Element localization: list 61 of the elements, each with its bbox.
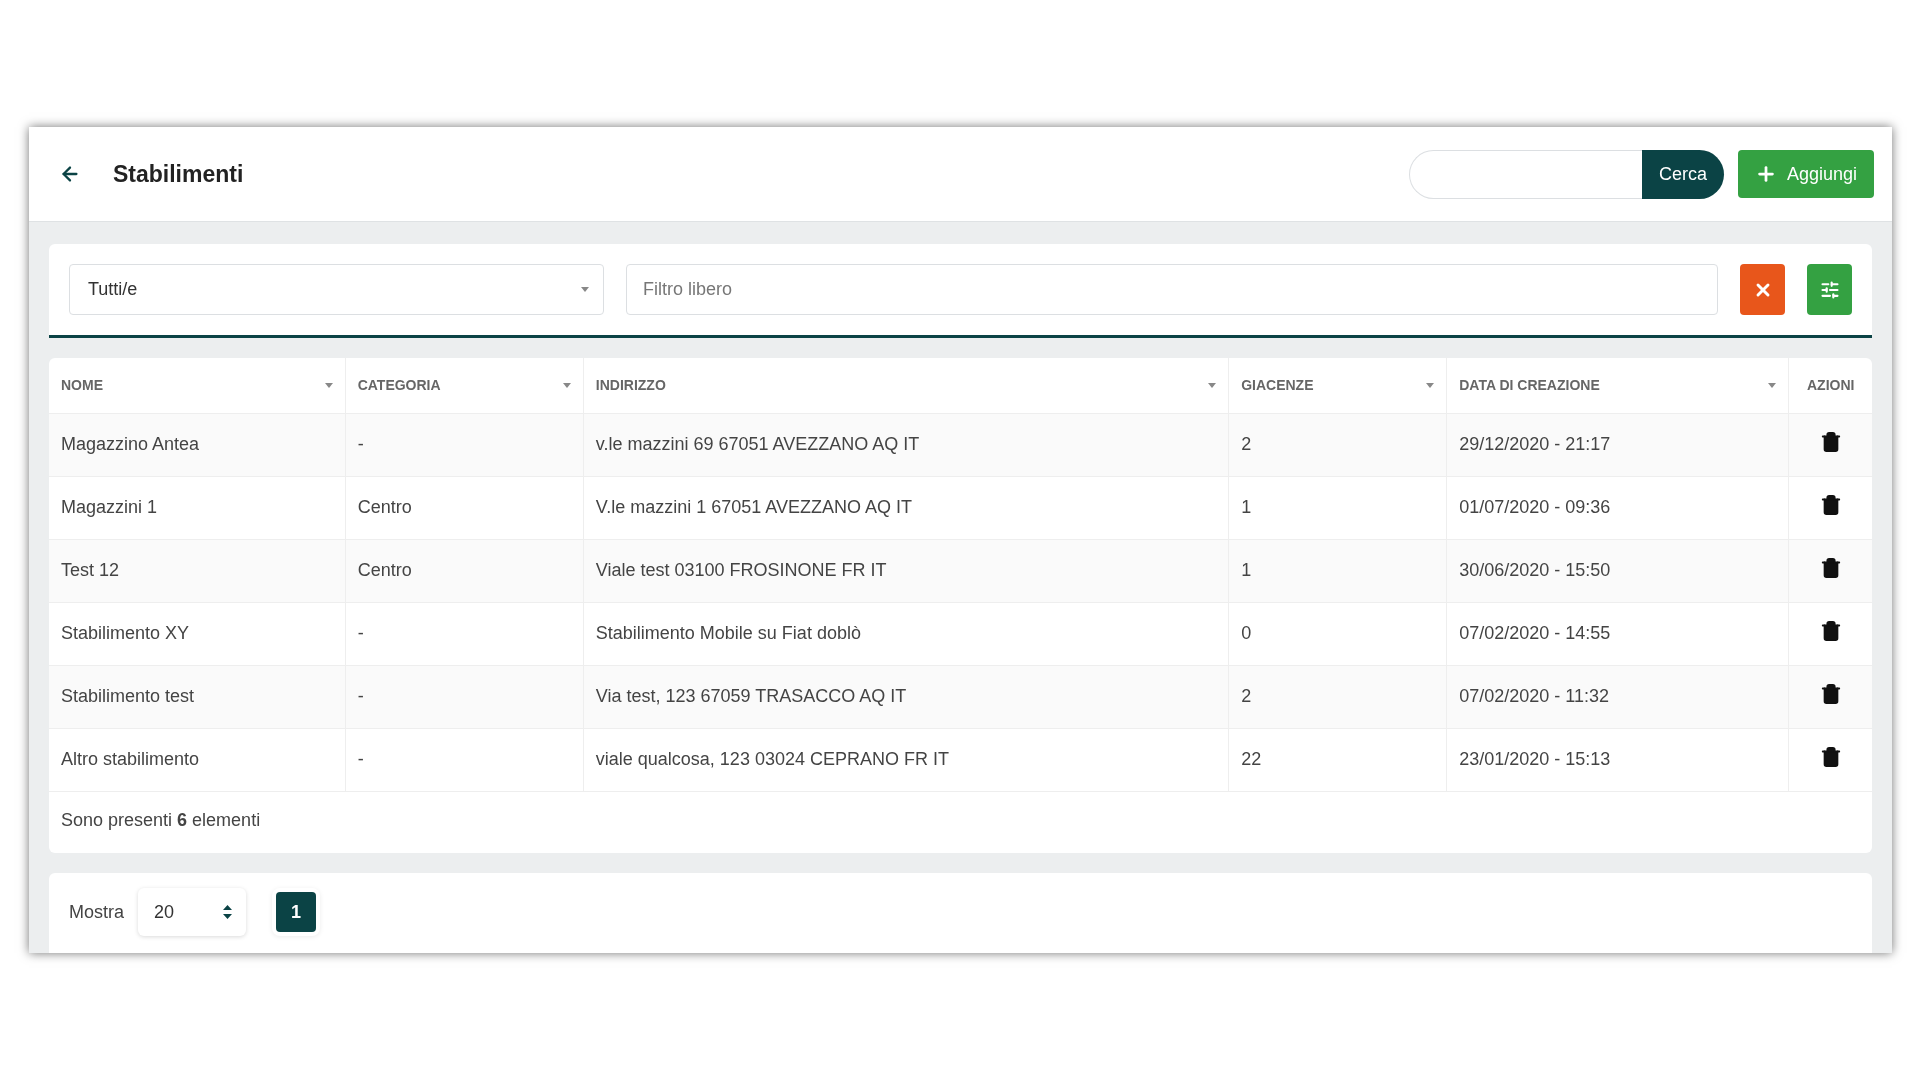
sort-caret-icon[interactable] [324, 382, 333, 388]
column-header[interactable]: DATA DI CREAZIONE [1459, 377, 1600, 394]
table-cell: 2 [1241, 434, 1252, 454]
table-cell: 07/02/2020 - 14:55 [1459, 623, 1611, 643]
column-header: AZIONI [1807, 377, 1855, 394]
column-header[interactable]: CATEGORIA [357, 377, 441, 394]
table-cell: 0 [1241, 623, 1252, 643]
table-cell: Stabilimento test [61, 686, 195, 706]
delete-icon[interactable] [1819, 683, 1842, 705]
search-button[interactable]: Cerca [1641, 149, 1724, 199]
caret-icon [581, 287, 589, 292]
delete-icon[interactable] [1819, 494, 1842, 516]
page-size-label: Mostra [69, 901, 124, 923]
table-cell: - [357, 686, 364, 706]
column-header[interactable]: GIACENZE [1241, 377, 1314, 394]
table-cell: V.le mazzini 1 67051 AVEZZANO AQ IT [595, 497, 912, 517]
column-header[interactable]: NOME [61, 377, 103, 394]
table-cell: 29/12/2020 - 21:17 [1459, 434, 1611, 454]
table-cell: 07/02/2020 - 11:32 [1459, 686, 1610, 706]
sort-caret-icon[interactable] [1426, 382, 1435, 388]
delete-icon[interactable] [1819, 431, 1842, 453]
table-cell: - [357, 623, 364, 643]
table-cell: Altro stabilimento [61, 749, 200, 770]
table-cell: 30/06/2020 - 15:50 [1459, 560, 1611, 580]
clear-filter-button[interactable] [1740, 264, 1785, 315]
table-cell: Viale test 03100 FROSINONE FR IT [595, 560, 887, 580]
category-select[interactable]: Tutti/e [69, 264, 604, 315]
column-header[interactable]: INDIRIZZO [595, 377, 666, 394]
table-cell: - [357, 434, 364, 454]
page-size-select[interactable]: 20 [138, 888, 246, 936]
table-cell: Magazzino Antea [61, 434, 200, 454]
item-count-text: Sono presenti 6 elementi [61, 810, 261, 830]
sliders-icon [1819, 279, 1840, 300]
delete-icon[interactable] [1819, 557, 1842, 579]
search-field[interactable] [1408, 149, 1642, 199]
up-down-caret-icon [223, 905, 232, 919]
table-cell: 1 [1241, 560, 1252, 580]
table-cell: 22 [1241, 749, 1262, 770]
table-cell: 23/01/2020 - 15:13 [1459, 749, 1611, 770]
table-cell: Centro [357, 497, 412, 517]
free-filter-field[interactable]: Filtro libero [626, 264, 1718, 315]
table-cell: 2 [1241, 686, 1252, 706]
sort-caret-icon[interactable] [1768, 382, 1777, 388]
table-cell: Test 12 [61, 560, 120, 580]
table-cell: 01/07/2020 - 09:36 [1459, 497, 1611, 517]
delete-icon[interactable] [1819, 746, 1842, 769]
table-cell: - [357, 749, 364, 770]
table-cell: Via test, 123 67059 TRASACCO AQ IT [595, 686, 907, 706]
table-cell: Magazzini 1 [61, 497, 158, 517]
page-title: Stabilimenti [113, 160, 245, 188]
table-cell: Stabilimento XY [61, 623, 190, 643]
sort-caret-icon[interactable] [1208, 382, 1217, 388]
filter-settings-button[interactable] [1807, 264, 1852, 315]
sort-caret-icon[interactable] [562, 382, 571, 388]
table-cell: 1 [1241, 497, 1252, 517]
table-cell: v.le mazzini 69 67051 AVEZZANO AQ IT [595, 434, 920, 454]
table-cell: Stabilimento Mobile su Fiat doblò [595, 623, 861, 643]
add-button[interactable]: Aggiungi [1737, 150, 1874, 198]
table-cell: Centro [357, 560, 412, 580]
table-cell: viale qualcosa, 123 03024 CEPRANO FR IT [595, 749, 949, 770]
delete-icon[interactable] [1819, 620, 1842, 642]
